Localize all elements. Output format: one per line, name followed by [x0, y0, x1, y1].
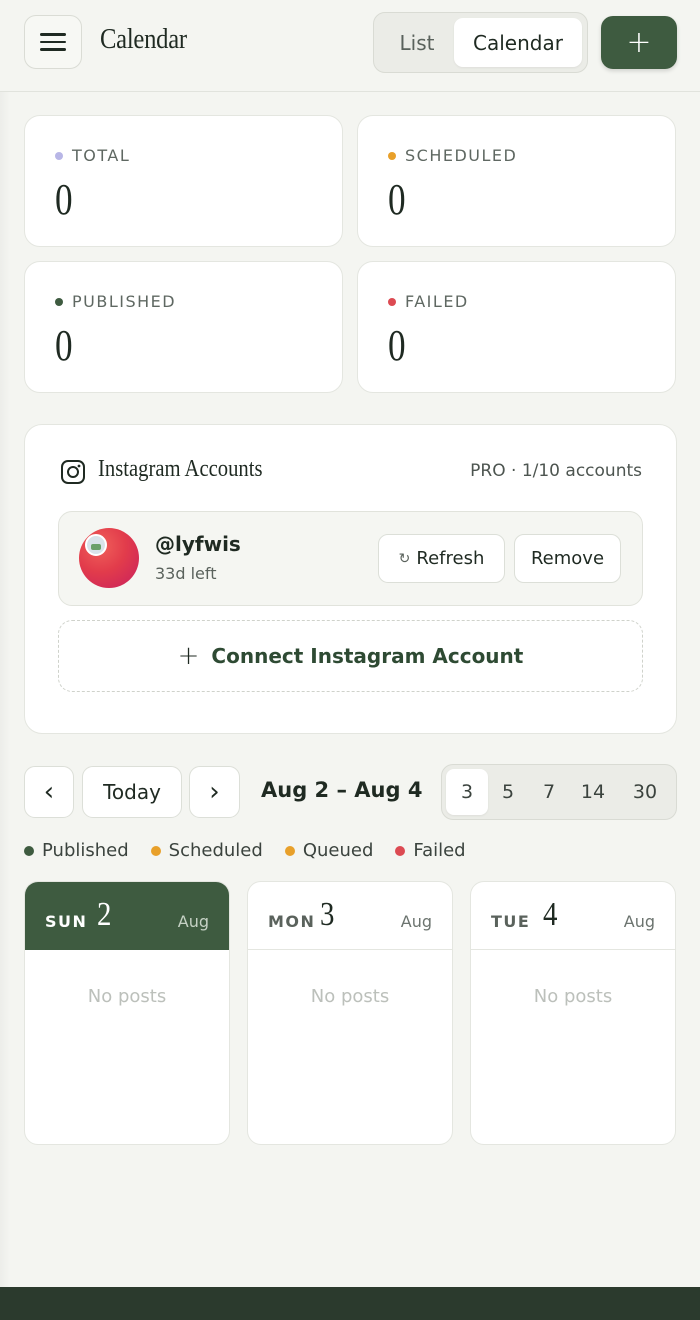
- menu-button[interactable]: [24, 15, 82, 69]
- legend-dot: [24, 845, 34, 856]
- view-list-tab[interactable]: List: [380, 18, 454, 67]
- day-number: 2: [97, 896, 112, 933]
- days-option-7[interactable]: 7: [528, 769, 570, 815]
- stat-value: 0: [55, 175, 73, 224]
- day-column-tue[interactable]: TUE 4 Aug No posts: [470, 881, 676, 1145]
- legend-dot: [284, 845, 295, 856]
- legend-item: Failed: [395, 840, 466, 861]
- empty-state: No posts: [533, 986, 613, 1007]
- instagram-icon: [61, 460, 85, 484]
- empty-state: No posts: [310, 986, 390, 1007]
- day-header: MON 3 Aug: [248, 882, 452, 950]
- date-range-label: Aug 2 – Aug 4: [261, 778, 423, 802]
- stat-label: TOTAL: [72, 146, 131, 165]
- refresh-icon: ↻: [398, 550, 411, 567]
- day-month: Aug: [400, 912, 432, 931]
- today-button[interactable]: Today: [82, 766, 182, 818]
- avatar: [79, 528, 139, 588]
- account-row: @lyfwis 33d left ↻ Refresh Remove: [58, 511, 643, 606]
- legend-item: Published: [24, 840, 129, 861]
- stat-value: 0: [55, 321, 73, 370]
- stat-value: 0: [388, 175, 406, 224]
- day-number: 3: [320, 896, 335, 933]
- day-header: SUN 2 Aug: [25, 882, 229, 950]
- day-column-sun[interactable]: SUN 2 Aug No posts: [24, 881, 230, 1145]
- stat-label: PUBLISHED: [72, 292, 177, 311]
- status-dot: [388, 297, 396, 306]
- empty-state: No posts: [87, 986, 167, 1007]
- prev-range-button[interactable]: ‹: [24, 766, 74, 818]
- plan-badge: PRO · 1/10 accounts: [470, 461, 642, 481]
- days-option-14[interactable]: 14: [570, 769, 616, 815]
- stat-card-total: TOTAL 0: [24, 115, 343, 247]
- stat-label: FAILED: [405, 292, 469, 311]
- stat-card-published: PUBLISHED 0: [24, 261, 343, 393]
- refresh-label: Refresh: [416, 548, 485, 569]
- account-handle: @lyfwis: [155, 532, 241, 556]
- chevron-left-icon: ‹: [43, 777, 55, 807]
- status-dot: [388, 151, 396, 160]
- status-dot: [55, 151, 63, 160]
- legend-dot: [395, 845, 406, 856]
- stat-label: SCHEDULED: [405, 146, 518, 165]
- legend-item: Queued: [284, 840, 373, 861]
- view-calendar-tab[interactable]: Calendar: [454, 18, 582, 67]
- connect-instagram-button[interactable]: + Connect Instagram Account: [58, 620, 643, 692]
- status-legend: Published Scheduled Queued Failed: [24, 840, 488, 861]
- connect-label: Connect Instagram Account: [211, 644, 524, 668]
- next-range-button[interactable]: ›: [189, 766, 240, 818]
- status-dot: [55, 297, 63, 306]
- day-of-week: SUN: [45, 912, 88, 931]
- legend-dot: [150, 845, 161, 856]
- day-of-week: MON: [268, 912, 316, 931]
- stat-card-failed: FAILED 0: [357, 261, 676, 393]
- day-month: Aug: [623, 912, 655, 931]
- bottom-bar: [0, 1287, 700, 1320]
- days-range-selector: 3 5 7 14 30: [441, 764, 677, 820]
- day-number: 4: [543, 896, 558, 933]
- day-header: TUE 4 Aug: [471, 882, 675, 950]
- account-time-left: 33d left: [155, 564, 217, 583]
- instagram-accounts-card: Instagram Accounts PRO · 1/10 accounts @…: [24, 424, 677, 734]
- days-option-5[interactable]: 5: [488, 769, 528, 815]
- legend-item: Scheduled: [150, 840, 263, 861]
- day-of-week: TUE: [491, 912, 531, 931]
- stat-value: 0: [388, 321, 406, 370]
- app-header: Calendar List Calendar +: [0, 0, 700, 92]
- refresh-button[interactable]: ↻ Refresh: [378, 534, 505, 583]
- stat-card-scheduled: SCHEDULED 0: [357, 115, 676, 247]
- page-title: Calendar: [100, 24, 187, 55]
- remove-button[interactable]: Remove: [514, 534, 621, 583]
- plus-icon: +: [177, 641, 200, 671]
- view-toggle: List Calendar: [373, 12, 588, 73]
- day-column-mon[interactable]: MON 3 Aug No posts: [247, 881, 453, 1145]
- day-month: Aug: [177, 912, 209, 931]
- add-post-button[interactable]: +: [601, 16, 677, 69]
- instagram-accounts-title: Instagram Accounts: [98, 456, 263, 482]
- hamburger-icon: [40, 33, 66, 36]
- days-option-30[interactable]: 30: [620, 769, 670, 815]
- chevron-right-icon: ›: [209, 777, 220, 807]
- days-option-3[interactable]: 3: [446, 769, 488, 815]
